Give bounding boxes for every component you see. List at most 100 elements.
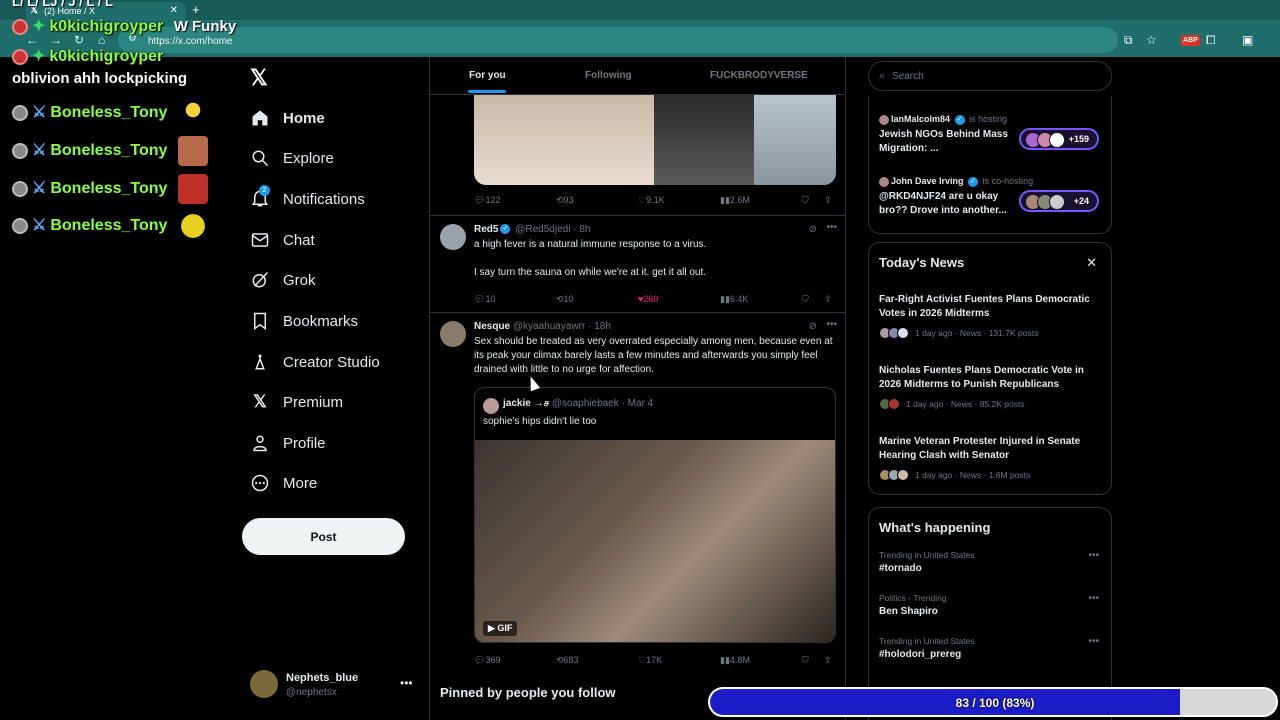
like-button[interactable]: ♥ 260 (638, 294, 658, 304)
bookmark-icon[interactable]: ⛉ (802, 195, 809, 206)
news-meta: 1 day ago · News · 131.7K posts (879, 325, 1103, 341)
sub-badge-icon (12, 218, 28, 234)
more-dots-icon[interactable]: ••• (1088, 636, 1099, 647)
repost-button[interactable]: ⟲ 93 (556, 195, 574, 206)
post-time[interactable]: 8h (579, 224, 590, 235)
space-item[interactable]: John Dave Irving ✓ is co-hosting @RKD4NJ… (879, 176, 1103, 226)
sidebar-item-chat[interactable]: Chat (250, 225, 315, 255)
post-text-line: I say turn the sauna on while we're at i… (474, 267, 707, 278)
grok-explain-icon[interactable]: ⊘ (809, 224, 817, 235)
trend-title: Ben Shapiro (879, 606, 938, 617)
trend-item[interactable]: Politics · Trending Ben Shapiro ••• (879, 593, 1103, 623)
post[interactable]: Red5 ✓ @Red5djedi · 8h ⊘ ••• a high fever… (430, 215, 845, 312)
timeline-tabs: For you Following FUCKBRODYVERSE (430, 57, 845, 95)
post-author-name[interactable]: Red5 (474, 224, 498, 235)
sidebar-item-home[interactable]: Home (250, 103, 325, 133)
post-media[interactable] (474, 95, 836, 185)
space-host: John Dave Irving ✓ is co-hosting (879, 176, 1033, 187)
trend-item[interactable]: Trending in United States #holodori_prer… (879, 636, 1103, 666)
space-listeners-pill[interactable]: +24 (1019, 190, 1099, 212)
chat-username: k0kichigroyper (49, 48, 164, 65)
trend-item[interactable]: Trending in United States #tornado ••• (879, 550, 1103, 580)
space-listeners-pill[interactable]: +159 (1019, 128, 1099, 150)
news-item[interactable]: Nicholas Fuentes Plans Democratic Vote i… (879, 364, 1103, 412)
sidebar-item-explore[interactable]: Explore (250, 143, 334, 173)
more-dots-icon[interactable]: ••• (826, 319, 837, 330)
sidebar-item-profile[interactable]: Profile (250, 428, 326, 458)
news-title: Marine Veteran Protester Injured in Sena… (879, 436, 1081, 461)
sidebar-item-more[interactable]: More (250, 468, 317, 498)
share-icon[interactable]: ⇪ (824, 294, 832, 305)
reply-button[interactable]: 💬︎ 122 (474, 195, 500, 206)
sidebar-item-label: More (283, 474, 318, 492)
post-author-handle[interactable]: @Red5djedi (515, 224, 570, 235)
more-dots-icon[interactable]: ••• (400, 676, 413, 690)
reply-button[interactable]: 💬︎ 10 (474, 294, 495, 305)
chat-message: W Funky (173, 18, 237, 35)
views-button[interactable]: ▮▮ 2.6M (720, 195, 750, 206)
bookmark-icon[interactable]: ⛉ (802, 294, 809, 305)
views-button[interactable]: ▮▮ 6.4K (720, 294, 748, 305)
space-item[interactable]: IanMalcolm84 ✓ is hosting Jewish NGOs Be… (879, 114, 1103, 164)
post-text: Sex should be treated as very overrated … (474, 336, 833, 375)
gif-play-badge[interactable]: ▶ GIF (483, 621, 518, 636)
repost-button[interactable]: ⟲ 683 (556, 655, 579, 666)
like-button[interactable]: ♡ 9.1K (638, 195, 665, 206)
install-app-icon[interactable]: ⧉ (1124, 33, 1133, 48)
like-button[interactable]: ♡ 17K (638, 655, 662, 666)
bell-icon: 2 (250, 185, 270, 209)
news-title: Nicholas Fuentes Plans Democratic Vote i… (879, 365, 1084, 390)
sword-icon: ⚔ (32, 142, 47, 160)
sidebar-item-bookmarks[interactable]: Bookmarks (250, 306, 358, 336)
gif-media[interactable]: ▶ GIF (475, 440, 835, 642)
x-logo-icon[interactable]: 𝕏 (250, 65, 268, 91)
views-button[interactable]: ▮▮ 4.8M (720, 655, 750, 666)
bookmark-icon (250, 311, 270, 331)
active-tab-indicator (468, 90, 506, 93)
more-dots-icon[interactable]: ••• (826, 222, 837, 233)
avatar[interactable] (440, 321, 466, 347)
sidebar-item-premium[interactable]: 𝕏 Premium (250, 387, 343, 417)
news-item[interactable]: Far-Right Activist Fuentes Plans Democra… (879, 293, 1103, 341)
sword-icon: ⚔ (32, 104, 47, 122)
avatar[interactable] (440, 224, 466, 250)
quoted-post[interactable]: jackie →ச @soaphiebaek · Mar 4 sophie's … (474, 387, 836, 643)
like-count: 9.1K (646, 195, 665, 205)
post-button[interactable]: Post (242, 518, 405, 555)
side-panel-icon[interactable]: ▣ (1242, 33, 1253, 47)
chat-line: ⚔ Boneless_Tony (12, 211, 208, 241)
reply-button[interactable]: 💬︎ 369 (474, 655, 500, 666)
quoted-post-date: Mar 4 (627, 398, 654, 409)
more-dots-icon[interactable]: ••• (1088, 593, 1099, 604)
more-dots-icon[interactable]: ••• (1088, 550, 1099, 561)
bookmark-star-icon[interactable]: ☆ (1146, 33, 1157, 47)
chat-username: Boneless_Tony (50, 217, 168, 235)
post[interactable]: Nesque @kyaahuayawrr · 18h ⊘ ••• Sex sho… (430, 312, 845, 680)
close-icon[interactable]: ✕ (1086, 255, 1097, 271)
repost-button[interactable]: ⟲ 10 (556, 294, 574, 305)
chat-line: ⚔ Boneless_Tony (12, 98, 208, 128)
tab-for-you[interactable]: For you (469, 70, 506, 81)
address-bar[interactable] (118, 27, 1118, 53)
new-tab-button[interactable]: + (192, 2, 200, 17)
share-icon[interactable]: ⇪ (824, 655, 832, 666)
tab-close-icon[interactable]: ✕ (170, 5, 178, 16)
post-author-handle[interactable]: @kyaahuayawrr (513, 321, 585, 332)
post-time[interactable]: 18h (594, 321, 611, 332)
tab-fuckbrodyverse[interactable]: FUCKBRODYVERSE (710, 70, 808, 81)
account-handle: @nephetsx (286, 687, 337, 698)
bookmark-icon[interactable]: ⛉ (802, 655, 809, 666)
sidebar-item-grok[interactable]: Grok (250, 265, 316, 295)
share-icon[interactable]: ⇪ (824, 195, 832, 206)
home-icon (250, 108, 270, 128)
grok-explain-icon[interactable]: ⊘ (809, 321, 817, 332)
news-item[interactable]: Marine Veteran Protester Injured in Sena… (879, 435, 1103, 483)
search-input[interactable]: ⌕ Search (868, 61, 1112, 91)
tab-following[interactable]: Following (585, 70, 632, 81)
account-switcher[interactable]: Nephets_blue @nephetsx ••• (250, 670, 420, 702)
post-author-name[interactable]: Nesque (474, 321, 510, 332)
adblock-extension-icon[interactable]: ABP (1181, 35, 1200, 46)
extensions-icon[interactable]: ⧠ (1206, 33, 1216, 48)
sidebar-item-creator-studio[interactable]: Creator Studio (250, 347, 380, 377)
sidebar-item-notifications[interactable]: 2 Notifications (250, 184, 365, 214)
